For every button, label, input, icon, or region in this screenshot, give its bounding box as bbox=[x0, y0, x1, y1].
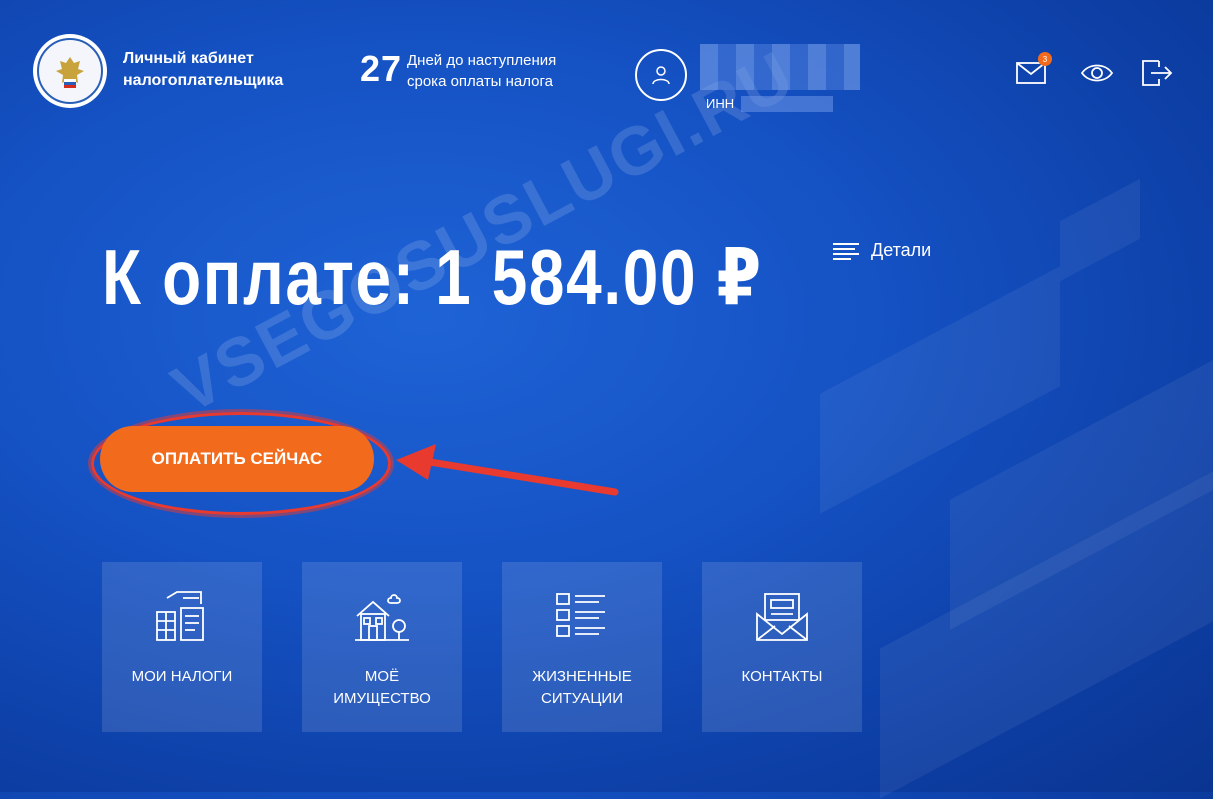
tile-my-taxes[interactable]: МОИ НАЛОГИ bbox=[102, 562, 262, 732]
mail-badge: 3 bbox=[1038, 52, 1052, 66]
property-icon bbox=[355, 594, 409, 641]
days-line1: Дней до наступления bbox=[407, 52, 557, 69]
brand-line2: налогоплательщика bbox=[123, 72, 284, 89]
list-icon bbox=[556, 593, 605, 637]
user-name-redacted bbox=[700, 44, 860, 90]
user-icon bbox=[652, 66, 670, 85]
days-count: 27 bbox=[360, 48, 403, 89]
mail-button[interactable]: 3 bbox=[1014, 52, 1052, 88]
fns-logo[interactable] bbox=[33, 34, 107, 108]
tile-contacts[interactable]: КОНТАКТЫ bbox=[702, 562, 862, 732]
tile-my-property[interactable]: МОЁ ИМУЩЕСТВО bbox=[302, 562, 462, 732]
days-caption: Дней до наступления срока оплаты налога bbox=[407, 50, 556, 92]
tile-label: ЖИЗНЕННЫЕ СИТУАЦИИ bbox=[502, 666, 662, 710]
tile-label-line2: СИТУАЦИИ bbox=[541, 690, 623, 707]
user-avatar[interactable] bbox=[635, 49, 687, 101]
inn-label: ИНН bbox=[706, 96, 735, 111]
pay-now-button[interactable]: ОПЛАТИТЬ СЕЙЧАС bbox=[100, 426, 374, 492]
tile-label: МОИ НАЛОГИ bbox=[102, 666, 262, 688]
tile-label-line1: МОИ НАЛОГИ bbox=[131, 668, 233, 685]
details-link[interactable]: Детали bbox=[833, 240, 931, 261]
visibility-button[interactable] bbox=[1080, 58, 1114, 88]
brand-title: Личный кабинет налогоплательщика bbox=[123, 48, 283, 92]
tile-label-line1: КОНТАКТЫ bbox=[741, 668, 823, 685]
envelope-icon bbox=[756, 593, 808, 641]
eye-icon bbox=[1081, 64, 1113, 82]
menu-lines-icon bbox=[833, 242, 859, 260]
arrow-annotation-icon bbox=[396, 444, 619, 496]
inn-value-redacted bbox=[741, 96, 833, 112]
tile-label-line2: ИМУЩЕСТВО bbox=[333, 690, 431, 707]
eagle-emblem-icon bbox=[37, 38, 103, 104]
tile-label-line1: МОЁ bbox=[364, 668, 400, 685]
tile-label: МОЁ ИМУЩЕСТВО bbox=[302, 666, 462, 710]
brand-line1: Личный кабинет bbox=[123, 50, 254, 67]
tile-life-situations[interactable]: ЖИЗНЕННЫЕ СИТУАЦИИ bbox=[502, 562, 662, 732]
tile-label: КОНТАКТЫ bbox=[702, 666, 862, 688]
amount-due: К оплате: 1 584.00 ₽ bbox=[102, 233, 763, 321]
logout-icon bbox=[1142, 60, 1173, 86]
details-label: Детали bbox=[871, 240, 932, 260]
logout-button[interactable] bbox=[1140, 58, 1174, 88]
taxes-icon bbox=[156, 591, 204, 641]
bg-shape bbox=[1060, 178, 1140, 282]
days-line2: срока оплаты налога bbox=[407, 73, 554, 90]
tile-label-line1: ЖИЗНЕННЫЕ bbox=[532, 668, 632, 685]
